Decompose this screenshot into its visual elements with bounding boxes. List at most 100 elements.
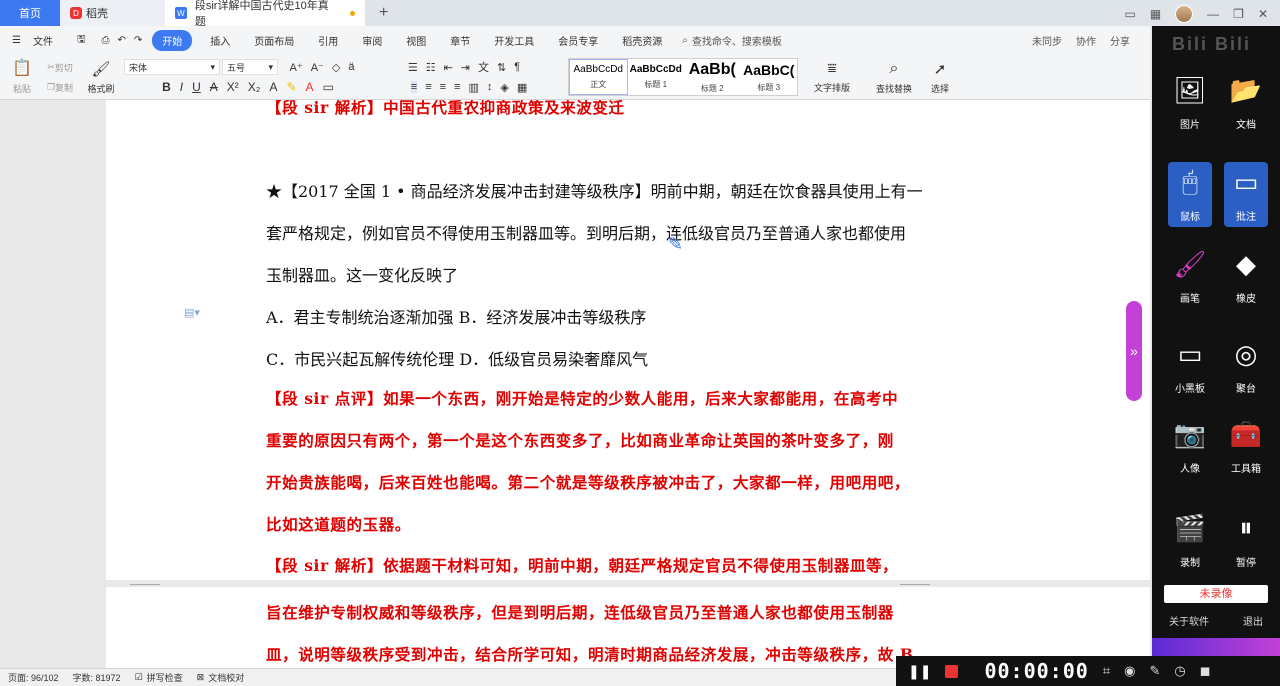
annotate-button[interactable]: ▭ 批注 [1224,162,1268,227]
toolbox-button[interactable]: 🧰 工具箱 [1224,414,1268,476]
shading-icon[interactable]: ◈ [500,81,508,94]
find-replace-button[interactable]: ⌕ 查找替换 [866,58,922,96]
layout-icon[interactable]: ▭ [1124,7,1135,21]
apps-icon[interactable]: ▦ [1150,7,1161,21]
share-button[interactable]: 分享 [1110,33,1130,48]
font-size-select[interactable]: 五号 ▾ [222,59,278,75]
align-left-icon[interactable]: ≡ [410,81,418,93]
document-area[interactable]: 【段 sir 解析】中国古代重农抑商政策及来波变迁 ★【2017 全国 1 • … [0,100,1150,668]
indent-icon[interactable]: ⇥ [461,61,470,74]
menu-references[interactable]: 引用 [306,33,350,48]
menu-daoke-resources[interactable]: 稻壳资源 [610,33,674,48]
chinese-layout-icon[interactable]: 文 [478,59,489,75]
justify-icon[interactable]: ≡ [454,81,460,93]
document-page[interactable]: 【段 sir 解析】中国古代重农抑商政策及来波变迁 ★【2017 全国 1 • … [106,100,1150,580]
style-normal[interactable]: AaBbCcDd 正文 [569,59,628,95]
tab-document[interactable]: W 段sir详解中国古代史10年真题 [165,0,365,28]
minimize-icon[interactable]: — [1207,7,1219,21]
menu-review[interactable]: 审阅 [350,33,394,48]
menu-insert[interactable]: 插入 [198,33,242,48]
grow-font-icon[interactable]: A⁺ [290,61,303,74]
pen-icon[interactable]: ✎ [1149,663,1160,679]
cut-button[interactable]: ✂ 剪切 [40,60,80,74]
pause-icon[interactable]: ❚❚ [908,663,931,680]
char-border-icon[interactable]: ▭ [323,80,334,94]
avatar[interactable] [1175,5,1194,23]
portrait-button[interactable]: 📷 人像 [1168,414,1212,476]
word-count[interactable]: 字数: 81972 [73,671,121,684]
screenshot-icon[interactable]: ⌗ [1103,663,1110,679]
menu-hamburger-icon[interactable]: ☰ [0,35,33,46]
restore-icon[interactable]: ❐ [1233,7,1244,21]
format-painter-button[interactable]: 🖌 格式刷 [84,58,118,96]
copy-button[interactable]: ❐ 复制 [40,80,80,94]
close-icon[interactable]: ✕ [1258,7,1268,21]
blackboard-button[interactable]: ▭ 小黑板 [1168,334,1212,396]
side-panel-toggle[interactable]: » [1126,301,1142,401]
mouse-button[interactable]: 🖱 鼠标 [1168,162,1212,227]
style-heading-1[interactable]: AaBbCcDd 标题 1 [628,59,685,95]
save-icon[interactable]: 🖫 [65,32,98,49]
text-effect-icon[interactable]: A [269,80,277,94]
redo-icon[interactable]: ↷ [130,35,146,46]
bullets-icon[interactable]: ☰ [408,61,418,74]
menu-start[interactable]: 开始 [152,29,193,51]
tab-daoke[interactable]: D 稻壳 [60,0,165,26]
distribute-icon[interactable]: ▥ [468,81,478,94]
style-heading-3[interactable]: AaBbC( 标题 3 [741,59,798,95]
stage-button[interactable]: ◎ 聚台 [1224,334,1268,396]
not-synced-button[interactable]: 未同步 [1032,33,1062,48]
italic-icon[interactable]: I [180,80,183,94]
exit-link[interactable]: 退出 [1243,613,1263,628]
brush-button[interactable]: 🖌 画笔 [1168,244,1212,306]
command-search[interactable]: ⌕ 查找命令、搜索模板 [682,33,782,48]
stop-icon[interactable] [945,664,959,678]
menu-chapter[interactable]: 章节 [438,33,482,48]
collab-button[interactable]: 协作 [1076,33,1096,48]
spell-check[interactable]: ☑ 拼写检查 [135,671,183,684]
bold-icon[interactable]: B [162,80,171,94]
menu-dev-tools[interactable]: 开发工具 [482,33,546,48]
outdent-icon[interactable]: ⇤ [444,61,453,74]
about-software-link[interactable]: 关于软件 [1169,613,1209,628]
numbering-icon[interactable]: ☷ [426,61,436,74]
text-layout-button[interactable]: ⩸ 文字排版 [806,58,858,96]
select-button[interactable]: ➚ 选择 [922,58,958,96]
document-button[interactable]: 📂 文档 [1224,70,1268,132]
show-marks-icon[interactable]: ¶ [514,61,520,73]
pause-button[interactable]: ⏸ 暂停 [1224,508,1268,569]
style-heading-2[interactable]: AaBb( 标题 2 [684,59,741,95]
font-color-icon[interactable]: A [306,80,314,94]
image-button[interactable]: 🖼 图片 [1168,70,1212,132]
menu-page-layout[interactable]: 页面布局 [242,33,306,48]
menu-file[interactable]: 文件 [33,33,65,48]
eraser-button[interactable]: ◆ 橡皮 [1224,244,1268,306]
sort-icon[interactable]: ⇅ [497,61,506,74]
align-right-icon[interactable]: ≡ [440,81,446,93]
print-icon[interactable]: ⎙ [98,35,114,46]
tab-home[interactable]: 首页 [0,0,60,26]
borders-icon[interactable]: ▦ [517,81,527,94]
new-tab-plus-icon[interactable]: + [379,4,388,22]
clock-icon[interactable]: ◷ [1174,663,1185,679]
paste-button[interactable]: 📋 粘贴 [10,58,34,94]
menu-member[interactable]: 会员专享 [546,33,610,48]
doc-proof[interactable]: ⊠ 文档校对 [197,671,245,684]
subscript-icon[interactable]: X₂ [248,80,261,94]
align-center-icon[interactable]: ≡ [425,81,431,93]
superscript-icon[interactable]: X² [227,80,239,94]
paragraph-options-icon[interactable]: ▤▾ [184,306,200,319]
underline-icon[interactable]: U [192,80,201,94]
camera-icon[interactable]: ◉ [1124,663,1135,679]
menu-view[interactable]: 视图 [394,33,438,48]
font-select[interactable]: 宋体 ▾ [124,59,220,75]
highlight-icon[interactable]: ✎ [286,80,296,94]
shrink-font-icon[interactable]: A⁻ [311,61,324,74]
undo-icon[interactable]: ↶ [114,35,130,46]
phonetic-icon[interactable]: ä [348,61,354,73]
page-count[interactable]: 页面: 96/102 [8,671,59,684]
strikethrough-icon[interactable]: A [210,80,218,94]
clear-format-icon[interactable]: ◇ [332,61,340,74]
record-button[interactable]: 🎬 录制 [1168,508,1212,570]
stop-record-icon[interactable]: ◼ [1200,663,1211,679]
